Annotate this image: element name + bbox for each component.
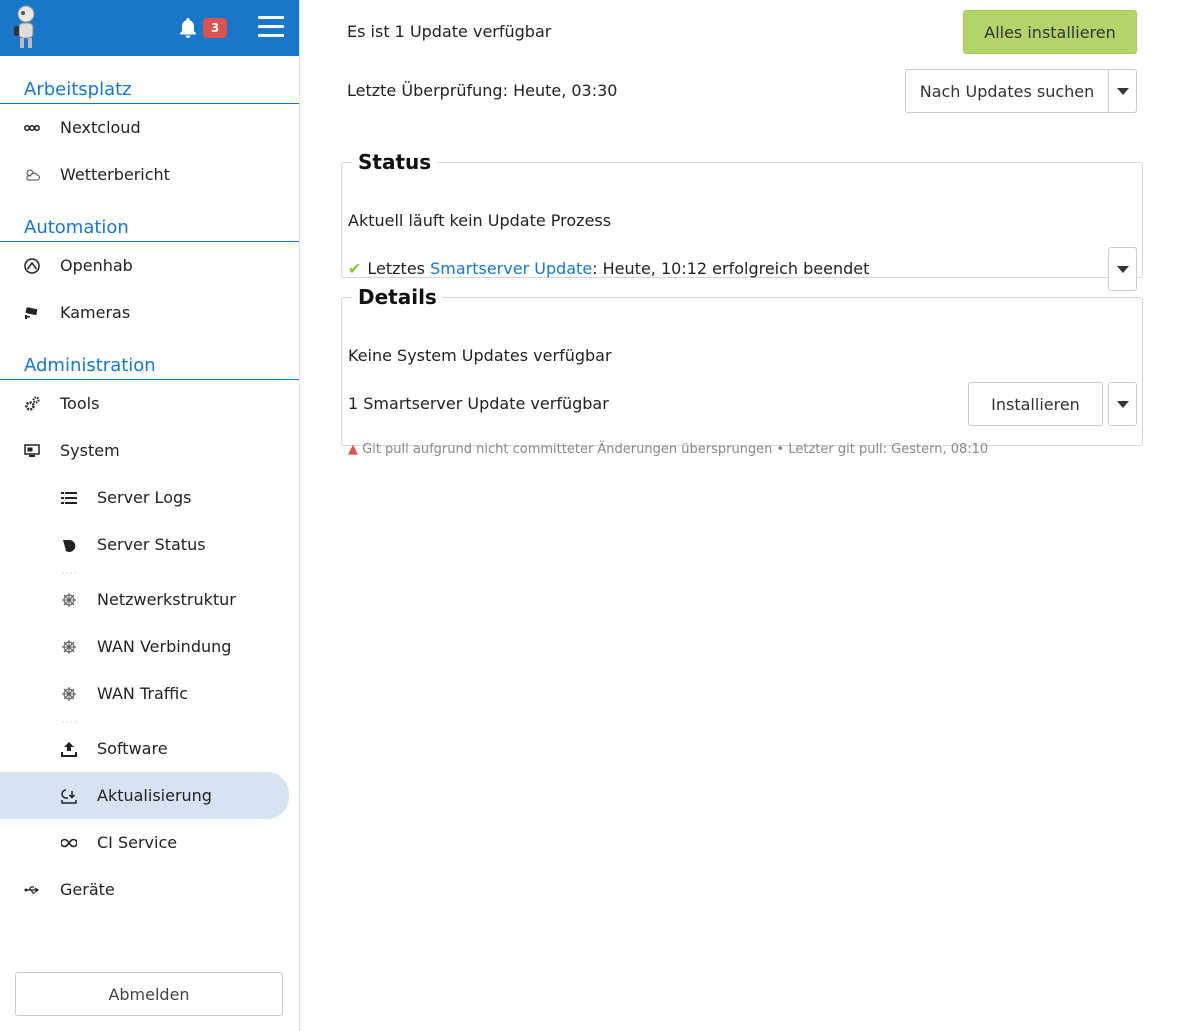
- smartserver-updates-text: 1 Smartserver Update verfügbar: [348, 394, 609, 413]
- sidebar-item-label: Geräte: [60, 880, 115, 899]
- section-workspace: Arbeitsplatz: [0, 74, 299, 104]
- pie-chart-icon: [61, 537, 77, 553]
- status-no-process: Aktuell läuft kein Update Prozess: [348, 211, 612, 230]
- sidebar-item-openhab[interactable]: Openhab: [0, 242, 299, 289]
- sidebar-item-label: Server Status: [97, 535, 206, 554]
- check-icon: ✔: [348, 259, 362, 278]
- download-tray-icon: [61, 788, 77, 804]
- system-updates-text: Keine System Updates verfügbar: [348, 346, 612, 365]
- section-automation: Automation: [0, 212, 299, 242]
- last-update-prefix: Letztes: [367, 259, 431, 278]
- sidebar-item-label: Nextcloud: [60, 118, 141, 137]
- git-warning: ▲ Git pull aufgrund nicht committeter Än…: [348, 442, 988, 457]
- group-separator: ····: [62, 569, 78, 579]
- sidebar-item-tools[interactable]: Tools: [0, 380, 299, 427]
- details-legend: Details: [358, 285, 437, 309]
- install-button[interactable]: Installieren: [968, 382, 1103, 426]
- sidebar-item-system[interactable]: System: [0, 427, 299, 474]
- sidebar-item-weather[interactable]: Wetterbericht: [0, 151, 299, 198]
- network-icon: [61, 639, 77, 655]
- sidebar-item-label: Server Logs: [97, 488, 192, 507]
- last-update-suffix: : Heute, 10:12 erfolgreich beendet: [592, 259, 870, 278]
- sidebar-item-label: Aktualisierung: [97, 786, 212, 805]
- sidebar-item-label: Wetterbericht: [60, 165, 170, 184]
- menu-toggle-icon[interactable]: [258, 16, 284, 40]
- details-panel: Details Keine System Updates verfügbar 1…: [341, 285, 1143, 457]
- camera-icon: [24, 305, 40, 321]
- status-panel: Status Aktuell läuft kein Update Prozess…: [341, 150, 1143, 291]
- smartserver-update-link[interactable]: Smartserver Update: [430, 259, 592, 278]
- sidebar-item-devices[interactable]: Geräte: [0, 866, 299, 913]
- group-separator: ····: [62, 718, 78, 728]
- search-updates-button[interactable]: Nach Updates suchen: [905, 69, 1109, 113]
- sidebar-item-label: WAN Traffic: [97, 684, 189, 703]
- sidebar-item-wan-connection[interactable]: WAN Verbindung: [0, 623, 299, 670]
- list-icon: [61, 490, 77, 506]
- section-administration: Administration: [0, 350, 299, 380]
- sidebar-item-label: Netzwerkstruktur: [97, 590, 236, 609]
- sidebar-item-ci-service[interactable]: CI Service: [0, 819, 299, 866]
- notification-badge[interactable]: 3: [203, 18, 227, 38]
- sidebar-item-nextcloud[interactable]: Nextcloud: [0, 104, 299, 151]
- sidebar-item-server-logs[interactable]: Server Logs: [0, 474, 299, 521]
- logout-button[interactable]: Abmelden: [15, 972, 283, 1016]
- nodes-icon: [24, 120, 40, 136]
- sidebar-item-wan-traffic[interactable]: WAN Traffic: [0, 670, 299, 717]
- last-check-text: Letzte Überprüfung: Heute, 03:30: [347, 81, 618, 100]
- sidebar: 3 Arbeitsplatz Nextcloud Wetterbericht A…: [0, 0, 300, 1031]
- sidebar-item-label: Openhab: [60, 256, 133, 275]
- sidebar-item-server-status[interactable]: Server Status: [0, 521, 299, 568]
- install-dropdown-icon[interactable]: [1108, 382, 1137, 426]
- cloud-sun-icon: [24, 167, 40, 183]
- install-all-button[interactable]: Alles installieren: [963, 10, 1137, 54]
- sidebar-item-label: WAN Verbindung: [97, 637, 232, 656]
- network-icon: [61, 686, 77, 702]
- openhab-icon: [24, 257, 40, 274]
- warning-icon: ▲: [348, 442, 358, 457]
- robot-logo-icon[interactable]: [8, 4, 42, 50]
- sidebar-item-label: Kameras: [60, 303, 131, 322]
- sidebar-item-update[interactable]: Aktualisierung: [0, 772, 289, 819]
- sidebar-item-label: Software: [97, 739, 168, 758]
- sidebar-item-label: Tools: [60, 394, 100, 413]
- sidebar-item-label: CI Service: [97, 833, 178, 852]
- update-summary: Es ist 1 Update verfügbar: [347, 22, 552, 41]
- top-bar: 3: [0, 0, 299, 56]
- infinity-icon: [61, 835, 77, 851]
- search-updates-dropdown-icon[interactable]: [1108, 69, 1137, 113]
- status-last-update: ✔ Letztes Smartserver Update: Heute, 10:1…: [348, 259, 869, 278]
- sidebar-item-network[interactable]: Netzwerkstruktur: [0, 576, 299, 623]
- sidebar-item-software[interactable]: Software: [0, 725, 299, 772]
- upload-tray-icon: [61, 741, 77, 757]
- main-content: Es ist 1 Update verfügbar Alles installi…: [300, 0, 1180, 1031]
- git-warning-text: Git pull aufgrund nicht committeter Ände…: [362, 442, 989, 457]
- sidebar-item-label: System: [60, 441, 120, 460]
- network-icon: [61, 592, 77, 608]
- usb-icon: [24, 882, 40, 898]
- sidebar-item-cameras[interactable]: Kameras: [0, 289, 299, 336]
- status-legend: Status: [358, 150, 432, 174]
- bell-icon[interactable]: [176, 16, 200, 40]
- monitor-icon: [24, 443, 40, 459]
- gears-icon: [24, 396, 40, 412]
